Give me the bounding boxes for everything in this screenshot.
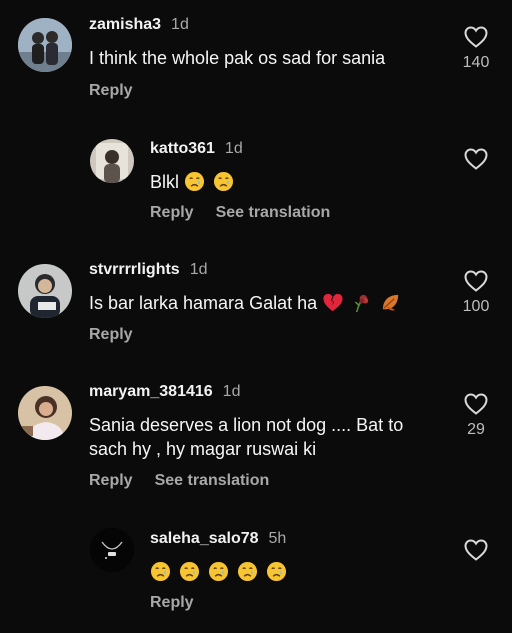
reply-button[interactable]: Reply	[89, 82, 133, 100]
comment-text-line: sach hy , hy magar ruswai ki	[89, 439, 317, 459]
crying-face-icon	[238, 561, 258, 582]
crying-face-icon	[179, 561, 200, 582]
comment-time: 1d	[189, 261, 208, 278]
comment-username[interactable]: saleha_salo78	[150, 530, 259, 548]
wilted-flower-icon	[354, 294, 369, 313]
like-count: 140	[462, 54, 490, 71]
comment-text: Is bar larka hamara Galat ha	[89, 291, 449, 315]
comment-text-line: Sania deserves a lion not dog .... Bat t…	[89, 415, 404, 435]
comment-text-content: Blkl	[150, 172, 180, 192]
avatar[interactable]	[90, 528, 134, 572]
comment-text: Sania deserves a lion not dog .... Bat t…	[89, 413, 449, 461]
avatar[interactable]	[18, 18, 72, 72]
reply-button[interactable]: Reply	[150, 594, 194, 612]
heart-icon	[464, 26, 488, 48]
comment-time: 1d	[222, 383, 241, 400]
reply-button[interactable]: Reply	[150, 204, 194, 222]
heart-icon	[464, 270, 488, 292]
like-count: 29	[467, 421, 485, 438]
like-count: 100	[462, 298, 490, 315]
comment-text: I think the whole pak os sad for sania	[89, 46, 449, 70]
reply-button[interactable]: Reply	[89, 472, 133, 490]
comment-username[interactable]: stvrrrrlights	[89, 261, 180, 279]
broken-heart-icon	[323, 293, 343, 312]
comment-text-content: Is bar larka hamara Galat ha	[89, 293, 318, 313]
heart-icon	[464, 393, 488, 415]
like-button[interactable]	[454, 148, 498, 170]
avatar[interactable]	[18, 264, 72, 318]
like-button[interactable]: 100	[454, 270, 498, 316]
see-translation-button[interactable]: See translation	[216, 204, 331, 222]
comment-time: 1d	[171, 16, 189, 33]
like-button[interactable]	[454, 539, 498, 561]
reply-button[interactable]: Reply	[89, 326, 133, 344]
heart-icon	[464, 148, 488, 170]
comment-text	[150, 560, 440, 584]
crying-face-icon	[214, 171, 234, 192]
comment-username[interactable]: maryam_381416	[89, 383, 213, 401]
comment-text: Blkl	[150, 170, 440, 194]
comment-text-content: I think the whole pak os sad for sania	[89, 48, 386, 68]
crying-face-icon	[184, 171, 205, 192]
avatar[interactable]	[90, 139, 134, 183]
like-button[interactable]: 29	[454, 393, 498, 439]
comment-time: 1d	[224, 140, 243, 157]
comment-username[interactable]: katto361	[150, 140, 215, 158]
comment-time: 5h	[268, 530, 287, 547]
fallen-leaf-icon	[383, 294, 399, 311]
like-button[interactable]: 140	[454, 26, 498, 72]
heart-icon	[464, 539, 488, 561]
crying-face-icon	[267, 561, 287, 582]
comment-username[interactable]: zamisha3	[89, 16, 161, 34]
crying-face-icon	[208, 561, 229, 582]
comments-list: zamisha3 1d I think the whole pak os sad…	[0, 0, 512, 633]
see-translation-button[interactable]: See translation	[155, 472, 270, 490]
crying-face-icon	[150, 561, 171, 582]
avatar[interactable]	[18, 386, 72, 440]
